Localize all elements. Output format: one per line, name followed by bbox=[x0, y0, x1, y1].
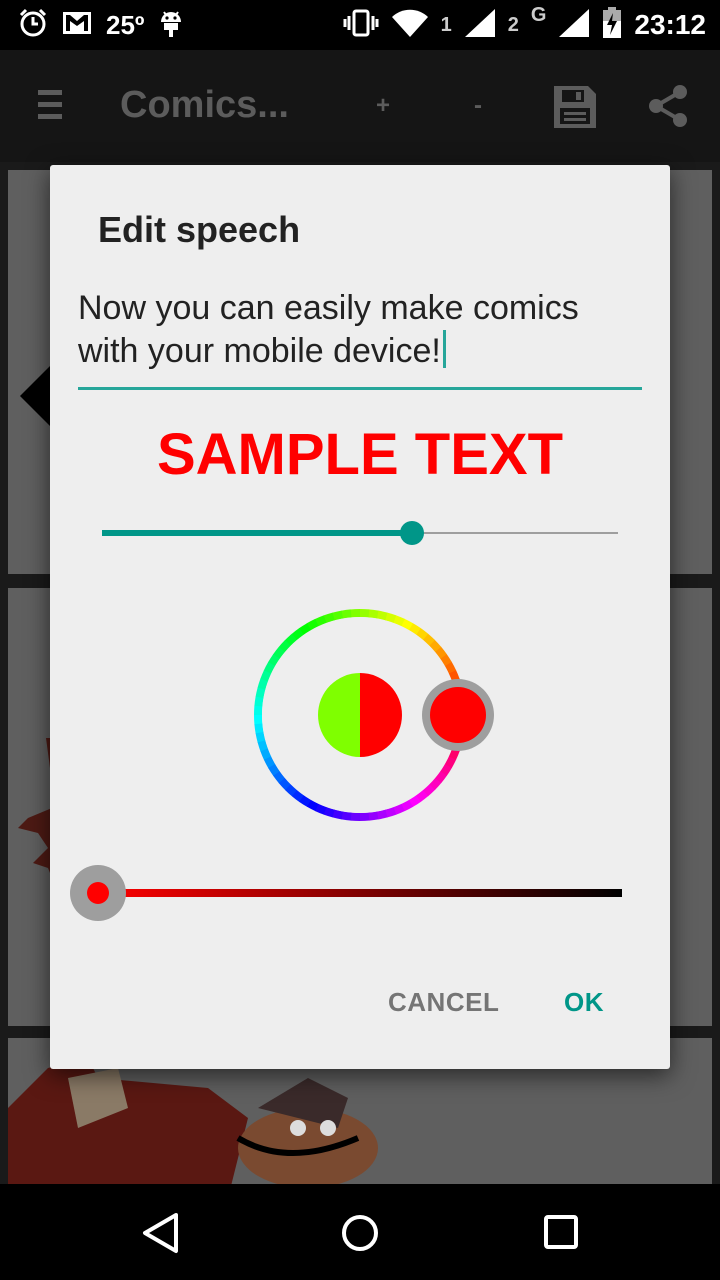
text-cursor bbox=[442, 330, 446, 368]
zoom-out-button[interactable]: - bbox=[474, 92, 482, 120]
android-icon bbox=[158, 8, 184, 43]
hue-segment bbox=[350, 812, 361, 821]
hue-segment bbox=[360, 812, 370, 821]
signal-icon bbox=[464, 8, 496, 43]
hue-segment bbox=[350, 609, 360, 618]
hue-thumb[interactable] bbox=[430, 687, 486, 743]
sim1-label: 1 bbox=[440, 13, 452, 36]
back-icon[interactable] bbox=[140, 1212, 180, 1259]
signal-icon bbox=[558, 8, 590, 43]
app-title: Comics... bbox=[120, 84, 289, 126]
color-picker-wheel[interactable] bbox=[250, 605, 510, 825]
recents-icon[interactable] bbox=[542, 1212, 582, 1259]
lightness-thumb[interactable] bbox=[87, 882, 109, 904]
edit-speech-dialog: Edit speech Now you can easily make comi… bbox=[50, 165, 670, 1069]
input-underline bbox=[78, 387, 642, 390]
hue-segment bbox=[359, 609, 370, 618]
hue-segment bbox=[254, 705, 263, 716]
zoom-in-button[interactable]: + bbox=[376, 92, 390, 120]
hue-segment bbox=[254, 715, 263, 725]
alarm-icon bbox=[18, 8, 48, 43]
text-size-slider[interactable] bbox=[102, 521, 618, 545]
dialog-title: Edit speech bbox=[98, 209, 301, 250]
menu-icon[interactable] bbox=[38, 88, 62, 127]
slider-thumb[interactable] bbox=[399, 521, 424, 545]
save-icon[interactable] bbox=[552, 84, 598, 135]
home-icon[interactable] bbox=[340, 1212, 380, 1259]
ok-button[interactable]: OK bbox=[564, 987, 604, 1018]
slider-fill bbox=[102, 530, 412, 536]
lightness-slider[interactable] bbox=[70, 865, 630, 925]
vibrate-icon bbox=[343, 8, 379, 43]
temperature-text: 25º bbox=[106, 9, 145, 40]
cancel-button[interactable]: CANCEL bbox=[388, 987, 499, 1018]
speech-text-value: Now you can easily make comics with your… bbox=[78, 289, 579, 370]
sim2-label: 2 bbox=[507, 13, 519, 36]
gmail-icon bbox=[62, 11, 92, 40]
wifi-icon bbox=[391, 8, 429, 43]
navigation-bar bbox=[0, 1184, 720, 1280]
app-bar: Comics... + - bbox=[0, 50, 720, 162]
status-bar: 25º 1 2 G 23:12 bbox=[0, 0, 720, 50]
hue-segment bbox=[254, 696, 264, 707]
share-icon[interactable] bbox=[644, 82, 692, 135]
battery-charging-icon bbox=[602, 6, 622, 44]
sample-text-preview: SAMPLE TEXT bbox=[156, 422, 564, 487]
hue-segment bbox=[368, 609, 379, 619]
clock-text: 23:12 bbox=[634, 9, 706, 40]
hue-segment bbox=[341, 811, 352, 821]
speech-text-field[interactable]: Now you can easily make comics with your… bbox=[78, 287, 642, 377]
network-type-label: G bbox=[530, 3, 547, 26]
lightness-gradient-bar bbox=[98, 889, 622, 897]
